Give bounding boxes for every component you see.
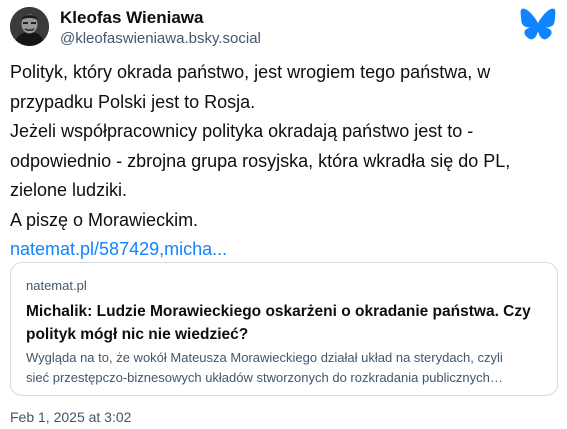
card-description-line: Wygląda na to, że wokół Mateusza Morawie… xyxy=(26,350,503,365)
post-text-line: Polityk, który okrada państwo, jest wrog… xyxy=(10,62,491,82)
post-text-line: zielone ludziki. xyxy=(10,180,128,200)
post-text-line: przypadku Polski jest to Rosja. xyxy=(10,91,256,112)
link-preview-card[interactable]: natemat.pl Michalik: Ludzie Morawieckieg… xyxy=(10,262,558,396)
post-timestamp[interactable]: Feb 1, 2025 at 3:02 xyxy=(10,409,131,425)
post-body: Polityk, który okrada państwo, jest wrog… xyxy=(10,58,555,265)
bluesky-butterfly-icon[interactable] xyxy=(520,8,556,40)
card-title: Michalik: Ludzie Morawieckiego oskarżeni… xyxy=(26,300,546,346)
author-handle[interactable]: @kleofaswieniawa.bsky.social xyxy=(60,30,261,47)
card-title-line: polityk mógł nic nie wiedzieć? xyxy=(26,326,249,343)
card-title-line: Michalik: Ludzie Morawieckiego oskarżeni… xyxy=(26,303,531,320)
card-domain: natemat.pl xyxy=(26,278,87,293)
post: Kleofas Wieniawa @kleofaswieniawa.bsky.s… xyxy=(0,0,567,429)
card-description: Wygląda na to, że wokół Mateusza Morawie… xyxy=(26,348,548,388)
avatar[interactable] xyxy=(10,7,49,46)
post-link[interactable]: natemat.pl/587429,micha... xyxy=(10,239,227,259)
card-description-line: sieć przestępczo-biznesowych układów stw… xyxy=(26,370,503,385)
post-text-line: Jeżeli współpracownicy polityka okradają… xyxy=(10,121,474,141)
avatar-portrait-icon xyxy=(10,7,49,46)
post-text-line: odpowiednio - zbrojna grupa rosyjska, kt… xyxy=(10,150,511,171)
author-display-name[interactable]: Kleofas Wieniawa xyxy=(60,8,203,28)
post-text-line: A piszę o Morawieckim. xyxy=(10,209,199,230)
